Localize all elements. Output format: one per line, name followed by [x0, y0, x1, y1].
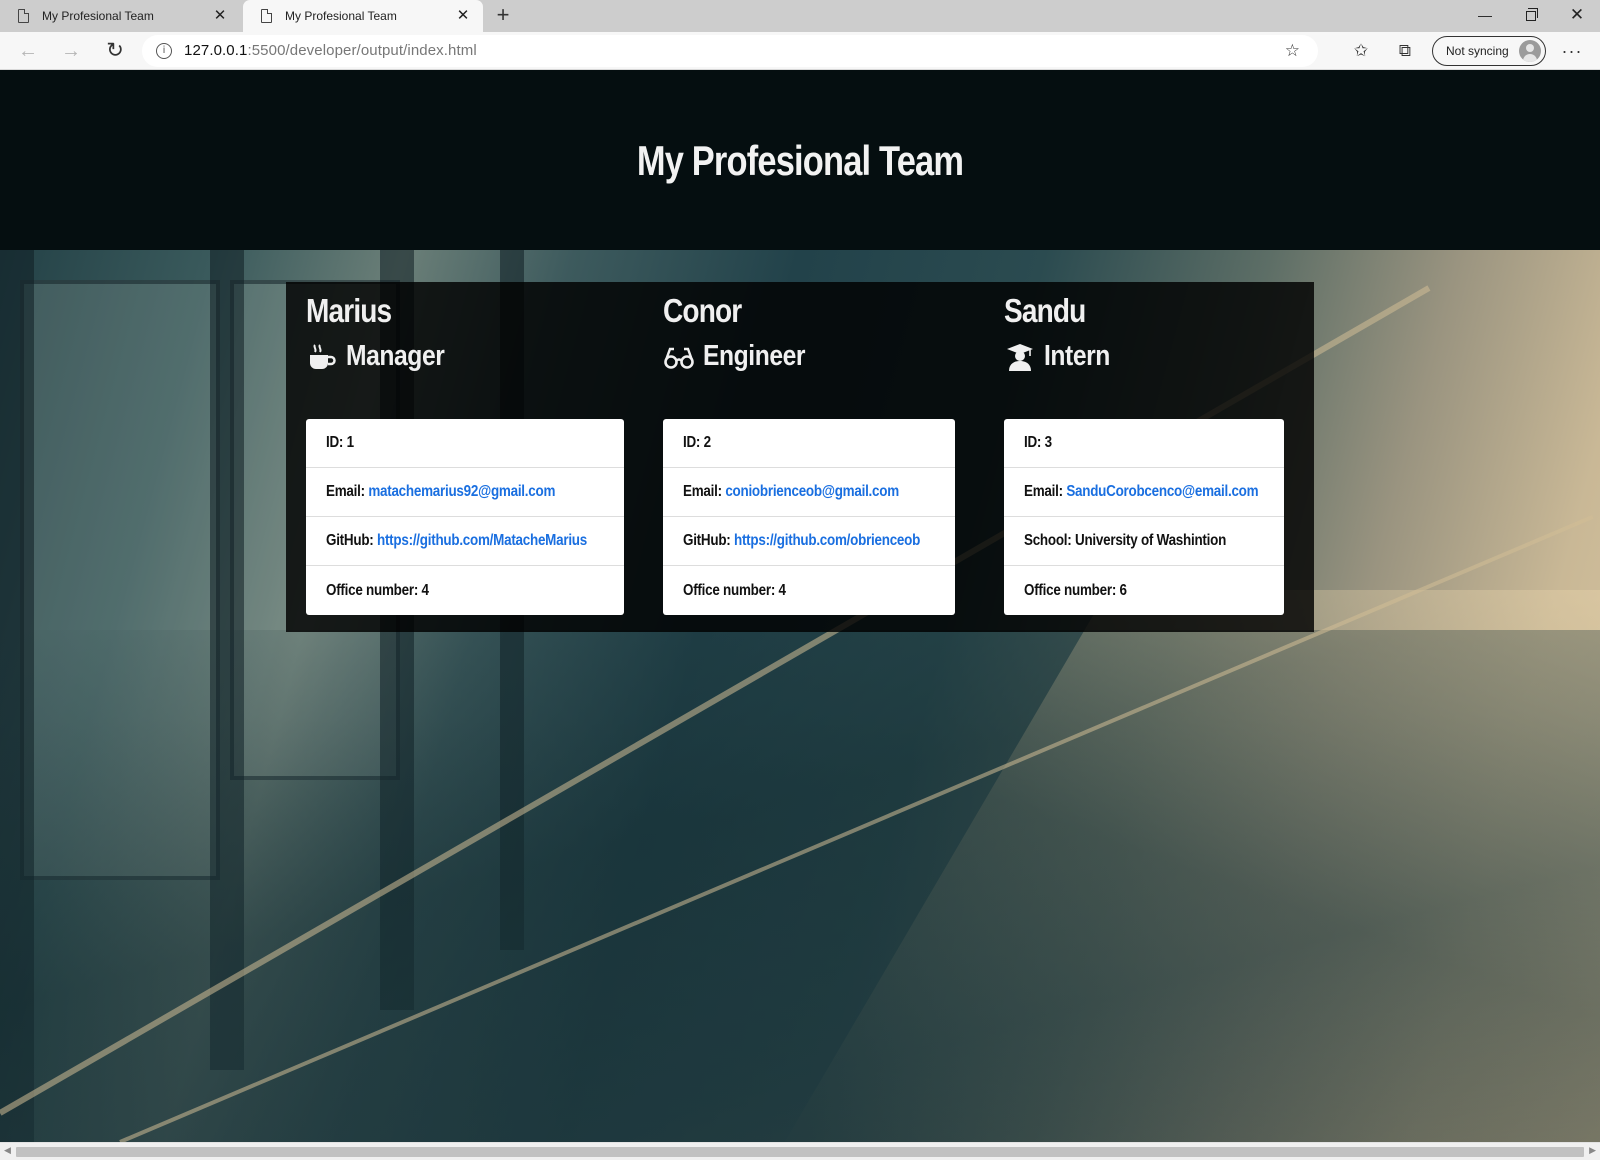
url-path: :5500/developer/output/index.html: [247, 42, 477, 59]
info-card: ID: 3 Email: SanduCorobcenco@email.com S…: [1004, 419, 1284, 615]
role-label: Manager: [346, 340, 445, 372]
info-card: ID: 1 Email: matachemarius92@gmail.com G…: [306, 419, 624, 615]
id-row: ID: 2: [663, 419, 955, 468]
office-label: Office number:: [683, 581, 776, 599]
github-label: GitHub:: [683, 532, 731, 549]
scrollbar-thumb[interactable]: [16, 1147, 1584, 1157]
email-label: Email:: [683, 483, 722, 500]
site-info-icon[interactable]: i: [156, 43, 172, 59]
office-label: Office number:: [326, 581, 419, 599]
member-role: Manager: [306, 340, 462, 373]
graduate-icon: [1004, 341, 1036, 373]
tab-title: My Profesional Team: [285, 9, 397, 23]
url-text[interactable]: 127.0.0.1:5500/developer/output/index.ht…: [184, 35, 477, 67]
sync-status-label: Not syncing: [1446, 44, 1509, 58]
close-tab-icon[interactable]: ✕: [212, 8, 228, 24]
github-row: GitHub: https://github.com/obrienceob: [663, 517, 955, 566]
id-value: 1: [346, 434, 354, 451]
toolbar: ← → ↻ i 127.0.0.1:5500/developer/output/…: [0, 32, 1600, 70]
info-card: ID: 2 Email: coniobrienceob@gmail.com Gi…: [663, 419, 955, 615]
close-tab-icon[interactable]: ✕: [455, 8, 471, 24]
new-tab-button[interactable]: +: [490, 4, 516, 28]
collections-icon[interactable]: ⧉: [1389, 35, 1421, 67]
id-label: ID:: [326, 434, 344, 451]
more-menu-icon[interactable]: ···: [1556, 35, 1588, 67]
email-row: Email: matachemarius92@gmail.com: [306, 468, 624, 517]
id-label: ID:: [683, 434, 701, 451]
office-row: Office number: 6: [1004, 566, 1284, 615]
role-label: Engineer: [703, 340, 806, 372]
id-value: 3: [1044, 434, 1052, 451]
id-value: 2: [703, 434, 711, 451]
restore-icon: [1526, 8, 1538, 21]
member-name: Conor: [663, 292, 742, 329]
page-title: My Profesional Team: [636, 137, 964, 184]
office-row: Office number: 4: [306, 566, 624, 615]
id-label: ID:: [1024, 434, 1042, 451]
avatar: [1519, 40, 1541, 62]
email-link[interactable]: SanduCorobcenco@email.com: [1066, 483, 1258, 500]
role-label: Intern: [1044, 340, 1110, 372]
browser-tab-2[interactable]: My Profesional Team ✕: [243, 0, 483, 32]
scroll-left-arrow-icon[interactable]: ◀: [4, 1145, 11, 1156]
address-bar[interactable]: i 127.0.0.1:5500/developer/output/index.…: [142, 35, 1318, 67]
github-link[interactable]: https://github.com/obrienceob: [734, 532, 920, 549]
forward-button[interactable]: →: [55, 35, 87, 67]
id-row: ID: 3: [1004, 419, 1284, 468]
email-label: Email:: [326, 483, 365, 500]
office-row: Office number: 4: [663, 566, 955, 615]
email-link[interactable]: coniobrienceob@gmail.com: [725, 483, 899, 500]
coffee-icon: [306, 341, 338, 373]
member-name: Marius: [306, 292, 392, 329]
add-favorite-icon[interactable]: ☆: [1285, 39, 1300, 63]
office-value: 4: [421, 581, 429, 599]
email-row: Email: SanduCorobcenco@email.com: [1004, 468, 1284, 517]
email-link[interactable]: matachemarius92@gmail.com: [368, 483, 555, 500]
email-row: Email: coniobrienceob@gmail.com: [663, 468, 955, 517]
school-value: University of Washintion: [1075, 532, 1227, 549]
scroll-right-arrow-icon[interactable]: ▶: [1589, 1145, 1596, 1156]
office-value: 6: [1119, 581, 1127, 599]
github-row: GitHub: https://github.com/MatacheMarius: [306, 517, 624, 566]
tab-title: My Profesional Team: [42, 9, 154, 23]
email-label: Email:: [1024, 483, 1063, 500]
favorites-icon[interactable]: ✩: [1345, 35, 1377, 67]
office-value: 4: [778, 581, 786, 599]
close-window-button[interactable]: ✕: [1554, 0, 1600, 32]
school-row: School: University of Washintion: [1004, 517, 1284, 566]
horizontal-scrollbar[interactable]: ◀ ▶: [0, 1142, 1600, 1160]
reload-button[interactable]: ↻: [99, 35, 131, 67]
page-icon: [18, 9, 29, 23]
tab-strip: My Profesional Team ✕ My Profesional Tea…: [0, 0, 1600, 32]
restore-button[interactable]: [1508, 0, 1554, 32]
page-header: My Profesional Team: [0, 70, 1600, 250]
github-label: GitHub:: [326, 532, 374, 549]
github-link[interactable]: https://github.com/MatacheMarius: [377, 532, 587, 549]
id-row: ID: 1: [306, 419, 624, 468]
member-name: Sandu: [1004, 292, 1086, 329]
minimize-button[interactable]: —: [1462, 0, 1508, 32]
page-viewport: My Profesional Team Marius Manager ID: 1…: [0, 70, 1600, 1142]
page-icon: [261, 9, 272, 23]
browser-tab-1[interactable]: My Profesional Team ✕: [0, 0, 240, 32]
member-role: Intern: [1004, 340, 1122, 373]
back-button[interactable]: ←: [12, 35, 44, 67]
team-panel: Marius Manager ID: 1 Email: matachemariu…: [286, 282, 1314, 632]
url-host: 127.0.0.1: [184, 42, 248, 59]
glasses-icon: [663, 341, 695, 373]
school-label: School:: [1024, 532, 1072, 549]
profile-button[interactable]: Not syncing: [1432, 36, 1546, 66]
member-role: Engineer: [663, 340, 823, 373]
office-label: Office number:: [1024, 581, 1117, 599]
